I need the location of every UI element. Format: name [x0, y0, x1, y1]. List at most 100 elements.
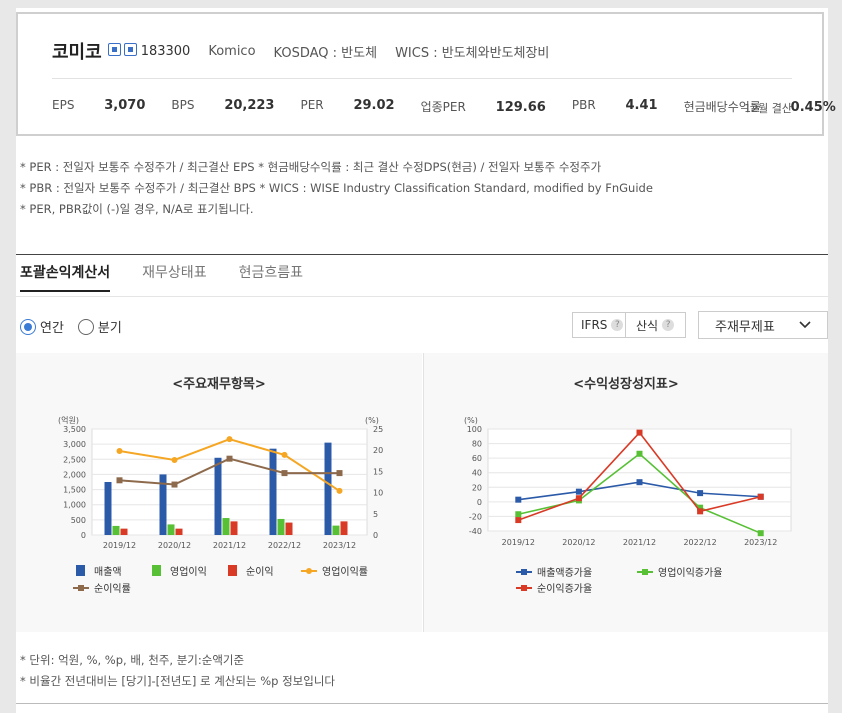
bar-op-income: [112, 525, 120, 535]
y-tick-label: 100: [467, 425, 482, 434]
bar-revenue: [324, 442, 332, 535]
statement-type-dropdown[interactable]: 주재무제표: [698, 311, 828, 339]
legend-marker: [78, 585, 84, 591]
point-op-income-growth: [636, 450, 643, 457]
indicator-industry-per: 업종PER 129.66: [420, 100, 546, 115]
indicator-bps: BPS 20,223: [171, 98, 275, 113]
bar-op-income: [222, 518, 230, 535]
y-tick-label: 2,000: [63, 470, 86, 479]
y-tick-label: 80: [472, 440, 482, 449]
y2-tick-label: 15: [373, 467, 383, 476]
point-net-income-growth: [697, 508, 704, 515]
point-revenue-growth: [697, 490, 704, 497]
header-divider: [52, 78, 792, 79]
legend-label: 순이익: [246, 566, 274, 578]
point-net-income-growth: [515, 517, 522, 524]
stock-code: 183300: [140, 43, 191, 59]
tab-underline: [16, 296, 828, 297]
y-tick-label: 2,500: [63, 455, 86, 464]
y-tick-label: -20: [469, 512, 482, 521]
legend-label: 순이익률: [94, 583, 131, 595]
y-tick-label: 1,500: [63, 486, 86, 495]
tab-income-statement[interactable]: 포괄손익계산서: [20, 262, 111, 292]
growth-chart-panel: <수익성장성지표> -40 -20 0 20 40 60 80 100 (%) 2019/12 20…: [424, 353, 828, 632]
y-tick-label: 3,000: [63, 440, 86, 449]
indicator-pbr: PBR 4.41: [571, 98, 658, 113]
note-line: * PER : 전일자 보통주 수정주가 / 최근결산 EPS * 현금배당수익…: [20, 160, 602, 174]
point-net-margin: [226, 455, 233, 462]
point-op-margin: [336, 487, 343, 494]
y-tick-label: 3,500: [63, 425, 86, 434]
x-tick-label: 2022/12: [268, 541, 301, 550]
x-tick-label: 2019/12: [103, 541, 136, 550]
bottom-divider: [16, 703, 828, 704]
footnotes: * 단위: 억원, %, %p, 배, 천주, 분기:순액기준 * 비율간 전년…: [20, 650, 335, 692]
point-op-margin: [116, 448, 123, 455]
y2-tick-label: 20: [373, 446, 383, 455]
footnote-line: * 단위: 억원, %, %p, 배, 천주, 분기:순액기준: [20, 653, 245, 667]
x-tick-label: 2021/12: [213, 541, 246, 550]
legend-marker: [521, 585, 527, 591]
formula-button[interactable]: 산식?: [625, 312, 686, 338]
y2-tick-label: 25: [373, 425, 383, 434]
y-axis-unit: (%): [464, 416, 478, 425]
point-op-margin: [171, 456, 178, 463]
y-tick-label: 0: [477, 498, 482, 507]
legend-label: 매출액증가율: [537, 567, 592, 579]
bar-op-income: [277, 518, 285, 535]
y2-axis-unit: (%): [365, 416, 379, 425]
point-net-income-growth: [636, 429, 643, 436]
point-op-margin: [281, 451, 288, 458]
chart-title: <수익성장성지표>: [573, 377, 679, 392]
indicator-row: EPS 3,070 BPS 20,223 PER 29.02 업종PER 129…: [52, 98, 842, 115]
tab-cash-flow[interactable]: 현금흐름표: [239, 262, 303, 292]
radio-quarterly[interactable]: [77, 318, 94, 335]
company-header: 코미코 183300 Komico KOSDAQ : 반도체 WICS : 반도…: [16, 12, 836, 136]
bar-revenue: [104, 482, 112, 535]
radio-annual[interactable]: [20, 318, 36, 335]
radio-quarterly-label[interactable]: 분기: [98, 317, 122, 336]
settlement-month: 12월 결산: [744, 102, 792, 115]
y-tick-label: -40: [469, 527, 482, 536]
building-icon[interactable]: [123, 42, 137, 56]
y-tick-label: 500: [71, 516, 86, 525]
statement-tabs: 포괄손익계산서 재무상태표 현금흐름표: [20, 262, 335, 292]
x-tick-label: 2020/12: [158, 541, 191, 550]
x-tick-label: 2020/12: [562, 538, 595, 547]
y2-tick-label: 5: [373, 510, 378, 519]
legend-label: 영업이익률: [322, 565, 368, 578]
y-tick-label: 1,000: [63, 501, 86, 510]
bar-net-income: [230, 521, 238, 535]
bar-net-income: [175, 528, 183, 535]
bar-net-income: [120, 528, 128, 535]
x-tick-label: 2019/12: [502, 538, 535, 547]
help-icon: ?: [611, 319, 624, 331]
legend-marker: [642, 569, 648, 575]
main-financials-chart: 0 500 1,000 1,500 2,000 2,500 3,000 3,500 0 5 10 15…: [58, 415, 383, 595]
point-net-income-growth: [575, 495, 582, 502]
y-tick-label: 0: [81, 531, 86, 540]
bar-revenue: [269, 448, 277, 535]
chevron-down-icon: [799, 321, 811, 329]
legend-label: 영업이익: [170, 565, 207, 578]
legend-marker: [306, 568, 312, 574]
y-axis-unit: (억원): [58, 415, 79, 425]
home-icon[interactable]: [107, 42, 121, 56]
growth-chart: -40 -20 0 20 40 60 80 100(%) 2019/12 2020/12 2021/…: [464, 416, 792, 595]
point-net-margin: [116, 477, 123, 484]
y2-tick-label: 10: [373, 489, 383, 498]
indicator-eps: EPS 3,070: [52, 98, 146, 113]
legend-marker: [521, 569, 527, 575]
x-tick-label: 2022/12: [683, 538, 716, 547]
ifrs-button[interactable]: IFRS?: [572, 312, 626, 338]
x-tick-label: 2021/12: [623, 538, 656, 547]
x-tick-label: 2023/12: [323, 541, 356, 550]
bar-net-income: [285, 522, 293, 535]
point-net-margin: [171, 481, 178, 488]
tab-balance-sheet[interactable]: 재무상태표: [142, 262, 206, 292]
point-revenue-growth: [515, 496, 522, 503]
indicator-per: PER 29.02: [300, 98, 395, 113]
market-label: KOSDAQ : 반도체: [273, 45, 378, 61]
legend-swatch: [152, 565, 161, 576]
radio-annual-label[interactable]: 연간: [40, 317, 64, 336]
